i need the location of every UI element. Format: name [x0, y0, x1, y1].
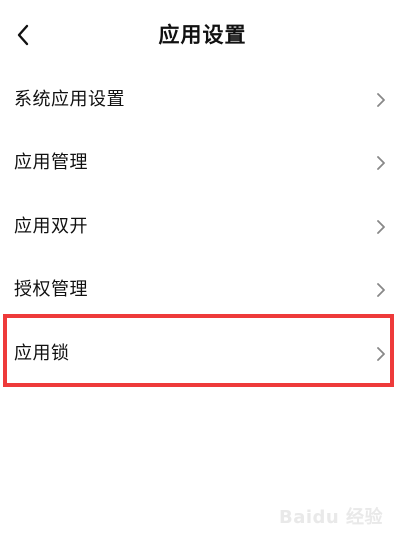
menu-item-system-app-settings[interactable]: 系统应用设置: [0, 68, 405, 132]
menu-item-permission-management[interactable]: 授权管理: [0, 259, 405, 323]
header-bar: 应用设置: [0, 0, 405, 70]
watermark: Baidu 经验: [278, 507, 383, 528]
chevron-right-icon: [375, 218, 387, 236]
menu-item-label: 应用锁: [14, 342, 70, 364]
chevron-right-icon: [375, 91, 387, 109]
menu-item-label: 应用双开: [14, 215, 88, 237]
menu-item-label: 应用管理: [14, 152, 88, 174]
menu-item-dual-apps[interactable]: 应用双开: [0, 195, 405, 259]
menu-item-app-lock[interactable]: 应用锁: [0, 322, 405, 386]
menu-item-label: 系统应用设置: [14, 88, 125, 110]
chevron-right-icon: [375, 281, 387, 299]
chevron-right-icon: [375, 345, 387, 363]
chevron-right-icon: [375, 154, 387, 172]
menu-item-label: 授权管理: [14, 279, 88, 301]
page-title: 应用设置: [158, 23, 247, 47]
settings-menu-list: 系统应用设置 应用管理 应用双开 授权管理 应用锁: [0, 68, 405, 386]
menu-item-app-management[interactable]: 应用管理: [0, 132, 405, 196]
